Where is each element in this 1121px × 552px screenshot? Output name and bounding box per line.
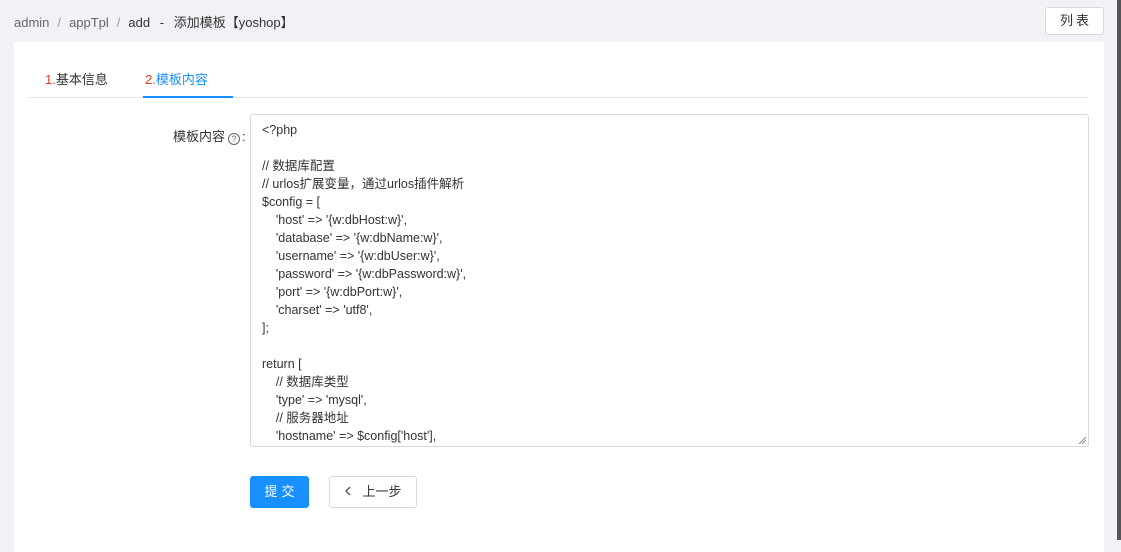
top-bar: admin / appTpl / add - 添加模板【yoshop】 列表: [0, 0, 1121, 42]
resize-grip-icon[interactable]: [1078, 436, 1086, 444]
question-circle-icon[interactable]: ?: [228, 133, 241, 145]
code-line: ];: [262, 321, 269, 335]
breadcrumb: admin / appTpl / add - 添加模板【yoshop】: [14, 12, 294, 31]
code-line: // urlos扩展变量，通过urlos插件解析: [262, 177, 465, 191]
list-button[interactable]: 列表: [1045, 7, 1104, 35]
code-line: 'host' => '{w:dbHost:w}',: [262, 213, 408, 227]
breadcrumb-item-add: add: [128, 15, 151, 30]
code-line: 'database' => '{w:dbName:w}',: [262, 231, 443, 245]
code-content[interactable]: <?php // 数据库配置 // urlos扩展变量，通过urlos插件解析 $c…: [262, 121, 1082, 446]
tab-label: 模板内容: [155, 72, 208, 87]
template-content-label: 模板内容?:: [173, 126, 246, 145]
prev-step-button[interactable]: 上一步: [329, 476, 417, 508]
breadcrumb-item-apptpl[interactable]: appTpl: [69, 15, 109, 30]
template-content-textarea[interactable]: <?php // 数据库配置 // urlos扩展变量，通过urlos插件解析 $c…: [250, 114, 1089, 447]
code-line: // 数据库配置: [262, 159, 335, 173]
code-line: 'port' => '{w:dbPort:w}',: [262, 285, 403, 299]
code-line: 'password' => '{w:dbPassword:w}',: [262, 267, 467, 281]
code-line: 'hostname' => $config['host'],: [262, 429, 437, 443]
code-line: <?php: [262, 123, 298, 137]
code-line: // 服务器地址: [262, 411, 349, 425]
tab-template-content[interactable]: 2.模板内容: [145, 69, 208, 88]
tab-step-number: 1.: [45, 72, 56, 87]
chevron-left-icon: [344, 477, 352, 507]
prev-step-label: 上一步: [362, 484, 402, 499]
breadcrumb-dash: -: [159, 15, 165, 30]
main-panel: 1.基本信息 2.模板内容 模板内容?: <?php // 数据库配置// ur…: [14, 42, 1104, 552]
breadcrumb-separator: /: [116, 15, 121, 30]
field-label-colon: :: [242, 129, 246, 144]
code-line: return [: [262, 357, 302, 371]
code-line: // 数据库名: [262, 445, 1082, 446]
tab-label: 基本信息: [55, 72, 108, 87]
active-tab-indicator: [143, 96, 233, 98]
page-title: 添加模板【yoshop】: [173, 15, 294, 30]
step-tabs: 1.基本信息 2.模板内容: [28, 59, 1088, 98]
field-label-text: 模板内容: [173, 129, 226, 144]
code-line: 'charset' => 'utf8',: [262, 303, 373, 317]
breadcrumb-separator: /: [57, 15, 62, 30]
code-line: $config = [: [262, 195, 321, 209]
code-line: // 数据库类型: [262, 375, 349, 389]
tab-basic-info[interactable]: 1.基本信息: [45, 69, 108, 88]
code-line: 'type' => 'mysql',: [262, 393, 367, 407]
code-line: 'username' => '{w:dbUser:w}',: [262, 249, 440, 263]
breadcrumb-item-admin[interactable]: admin: [14, 15, 49, 30]
window-edge: [1117, 0, 1121, 540]
tab-step-number: 2.: [145, 72, 156, 87]
submit-button[interactable]: 提交: [250, 476, 309, 508]
